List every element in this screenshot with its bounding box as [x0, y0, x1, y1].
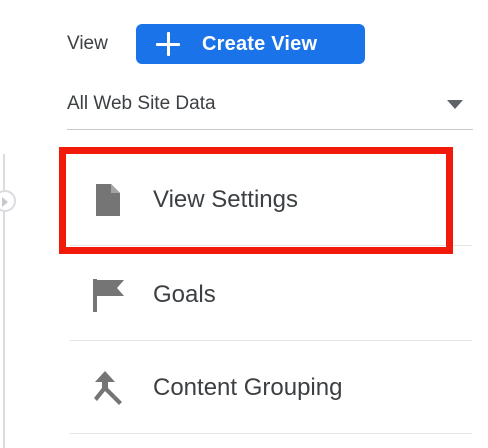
create-view-button[interactable]: Create View	[136, 24, 365, 64]
document-icon	[90, 182, 126, 218]
menu-item-goals[interactable]: Goals	[70, 249, 472, 341]
plus-icon	[156, 32, 180, 56]
create-view-label: Create View	[202, 32, 318, 55]
menu-item-label: Goals	[153, 280, 216, 308]
menu-item-label: Content Grouping	[153, 373, 343, 401]
view-selector-value: All Web Site Data	[67, 93, 216, 114]
menu-item-view-settings[interactable]: View Settings	[70, 154, 472, 246]
view-column-label: View	[67, 33, 108, 54]
admin-view-panel: View Create View All Web Site Data View …	[0, 0, 488, 448]
menu-item-content-grouping[interactable]: Content Grouping	[70, 342, 472, 434]
menu-item-label: View Settings	[153, 185, 298, 213]
caret-down-icon	[447, 100, 463, 109]
merge-arrows-icon	[90, 370, 126, 406]
flag-icon	[90, 277, 126, 313]
expand-rail-handle[interactable]	[0, 190, 16, 212]
view-selector-dropdown[interactable]: All Web Site Data	[67, 86, 473, 130]
